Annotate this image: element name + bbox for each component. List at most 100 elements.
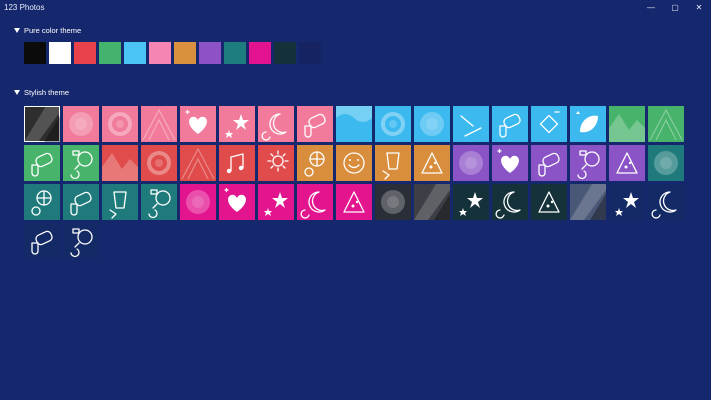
stars-icon [615, 192, 639, 216]
heart-icon [497, 148, 519, 173]
theme-tile-47-moon[interactable] [492, 184, 528, 220]
theme-tile-20-mountain[interactable] [102, 145, 138, 181]
title-bar: 123 Photos — ▢ ✕ [0, 0, 711, 15]
theme-tile-32-ball[interactable] [570, 145, 606, 181]
theme-tile-4-lines[interactable] [141, 106, 177, 142]
theme-tile-37-cup[interactable] [102, 184, 138, 220]
theme-tile-35-globe[interactable] [24, 184, 60, 220]
shapes-icon [539, 111, 560, 134]
theme-tile-1-diagonal[interactable] [24, 106, 60, 142]
theme-tile-15-leaf[interactable] [570, 106, 606, 142]
swatch-dark-teal[interactable] [274, 42, 296, 64]
theme-tile-28-pizza[interactable] [414, 145, 450, 181]
theme-tile-25-globe[interactable] [297, 145, 333, 181]
theme-tile-16-mountain[interactable] [609, 106, 645, 142]
theme-tile-36-gamepad[interactable] [63, 184, 99, 220]
theme-tile-48-pizza[interactable] [531, 184, 567, 220]
theme-tile-5-heart[interactable] [180, 106, 216, 142]
theme-tile-13-gamepad[interactable] [492, 106, 528, 142]
globe-icon [304, 151, 325, 177]
music-icon [226, 153, 244, 174]
gamepad-icon [538, 152, 560, 177]
pizza-icon [538, 191, 560, 213]
swatch-orange[interactable] [174, 42, 196, 64]
maximize-button[interactable]: ▢ [663, 0, 687, 15]
cup-icon [382, 152, 400, 180]
close-button[interactable]: ✕ [687, 0, 711, 15]
heart-icon [185, 109, 207, 134]
moon-icon [495, 191, 521, 219]
theme-tile-3-swirl[interactable] [102, 106, 138, 142]
globe-icon [31, 190, 52, 216]
theme-tile-7-moon[interactable] [258, 106, 294, 142]
theme-tile-24-sun[interactable] [258, 145, 294, 181]
swatch-red[interactable] [74, 42, 96, 64]
lines-icon [460, 115, 482, 137]
theme-tile-45-diagonal[interactable] [414, 184, 450, 220]
theme-tile-18-gamepad[interactable] [24, 145, 60, 181]
swatch-pink[interactable] [149, 42, 171, 64]
theme-tile-8-gamepad[interactable] [297, 106, 333, 142]
theme-tile-29-blur[interactable] [453, 145, 489, 181]
theme-tile-19-ball[interactable] [63, 145, 99, 181]
swatch-navy[interactable] [299, 42, 321, 64]
smile-icon [343, 152, 365, 174]
theme-tile-6-stars[interactable] [219, 106, 255, 142]
theme-tile-27-cup[interactable] [375, 145, 411, 181]
theme-tile-14-shapes[interactable] [531, 106, 567, 142]
theme-tile-2-blur[interactable] [63, 106, 99, 142]
theme-tile-41-stars[interactable] [258, 184, 294, 220]
ball-icon [577, 150, 600, 180]
theme-tile-23-music[interactable] [219, 145, 255, 181]
theme-tile-50-stars[interactable] [609, 184, 645, 220]
sun-icon [267, 150, 289, 172]
minimize-button[interactable]: — [639, 0, 663, 15]
theme-tile-38-ball[interactable] [141, 184, 177, 220]
swatch-magenta[interactable] [249, 42, 271, 64]
theme-tile-53-ball[interactable] [63, 223, 99, 259]
swatch-purple[interactable] [199, 42, 221, 64]
theme-tile-10-swirl[interactable] [375, 106, 411, 142]
theme-tile-51-moon[interactable] [648, 184, 684, 220]
pizza-icon [343, 191, 365, 213]
pizza-icon [421, 152, 443, 174]
gamepad-icon [31, 230, 53, 255]
theme-tile-46-stars[interactable] [453, 184, 489, 220]
theme-tile-42-moon[interactable] [297, 184, 333, 220]
ball-icon [70, 150, 93, 180]
theme-tile-39-blur[interactable] [180, 184, 216, 220]
pure-theme-header[interactable]: Pure color theme [14, 24, 81, 36]
theme-tile-11-blur[interactable] [414, 106, 450, 142]
window-controls: — ▢ ✕ [639, 0, 711, 15]
theme-tile-17-lines[interactable] [648, 106, 684, 142]
moon-icon [300, 191, 326, 219]
theme-tile-44-blur[interactable] [375, 184, 411, 220]
pure-theme-label: Pure color theme [24, 25, 82, 35]
theme-tile-12-lines[interactable] [453, 106, 489, 142]
app-title: 123 Photos [4, 3, 45, 12]
theme-tile-31-gamepad[interactable] [531, 145, 567, 181]
moon-icon [651, 191, 677, 219]
theme-tile-49-diagonal[interactable] [570, 184, 606, 220]
swatch-green[interactable] [99, 42, 121, 64]
swatch-sky[interactable] [124, 42, 146, 64]
theme-tile-9-wave[interactable] [336, 106, 372, 142]
theme-tile-21-swirl[interactable] [141, 145, 177, 181]
theme-tile-22-lines[interactable] [180, 145, 216, 181]
swatch-white[interactable] [49, 42, 71, 64]
theme-tile-43-pizza[interactable] [336, 184, 372, 220]
theme-tile-26-smile[interactable] [336, 145, 372, 181]
stylish-theme-header[interactable]: Stylish theme [14, 86, 69, 98]
theme-tile-33-pizza[interactable] [609, 145, 645, 181]
gamepad-icon [304, 113, 326, 138]
theme-tile-30-heart[interactable] [492, 145, 528, 181]
moon-icon [261, 113, 287, 141]
swatch-black[interactable] [24, 42, 46, 64]
theme-tile-34-blur[interactable] [648, 145, 684, 181]
stylish-theme-grid [24, 106, 684, 259]
theme-tile-40-heart[interactable] [219, 184, 255, 220]
stylish-theme-label: Stylish theme [24, 87, 70, 97]
theme-tile-52-gamepad[interactable] [24, 223, 60, 259]
swatch-teal[interactable] [224, 42, 246, 64]
gamepad-icon [70, 191, 92, 216]
